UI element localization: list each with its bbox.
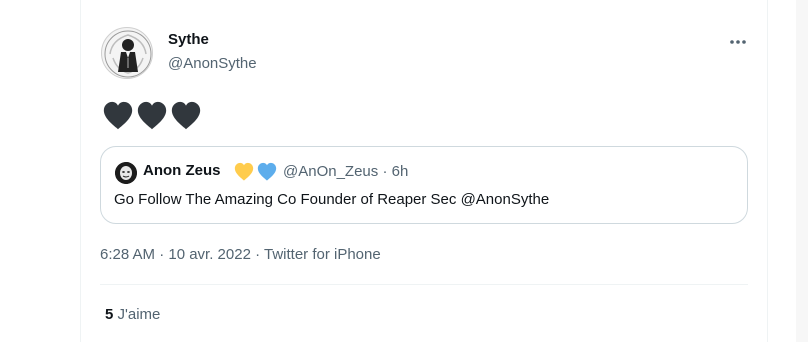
likes-stat[interactable]: 5 J'aime	[105, 306, 160, 323]
author-avatar[interactable]	[101, 27, 153, 79]
black-heart-icon	[171, 101, 201, 130]
tweet-detail: Sythe @AnonSythe Anon Zeus @AnOn_Zeus · …	[81, 0, 767, 342]
quoted-author-handle: @AnOn_Zeus · 6h	[283, 163, 409, 180]
black-heart-icon	[103, 101, 133, 130]
scrollbar[interactable]	[796, 0, 808, 342]
quoted-author-avatar	[115, 162, 137, 184]
more-dots-icon	[730, 40, 746, 44]
likes-count: 5	[105, 306, 114, 323]
likes-label: J'aime	[117, 306, 161, 323]
quoted-author-name: Anon Zeus	[143, 162, 221, 179]
yellow-heart-icon	[234, 162, 254, 181]
anonymous-mask-avatar-icon	[103, 29, 152, 78]
author-handle[interactable]: @AnonSythe	[168, 55, 257, 72]
quoted-tweet[interactable]: Anon Zeus @AnOn_Zeus · 6h Go Follow The …	[100, 146, 748, 224]
quoted-tweet-text: Go Follow The Amazing Co Founder of Reap…	[114, 191, 550, 208]
quoted-author-badges	[233, 161, 278, 183]
author-name[interactable]: Sythe	[168, 31, 209, 48]
tweet-body	[101, 98, 203, 134]
blue-heart-icon	[257, 162, 277, 181]
black-heart-icon	[137, 101, 167, 130]
tweet-timestamp[interactable]: 6:28 AM · 10 avr. 2022 · Twitter for iPh…	[100, 246, 381, 263]
mask-avatar-icon	[115, 162, 137, 184]
more-options-button[interactable]	[726, 30, 750, 54]
divider	[100, 284, 748, 285]
